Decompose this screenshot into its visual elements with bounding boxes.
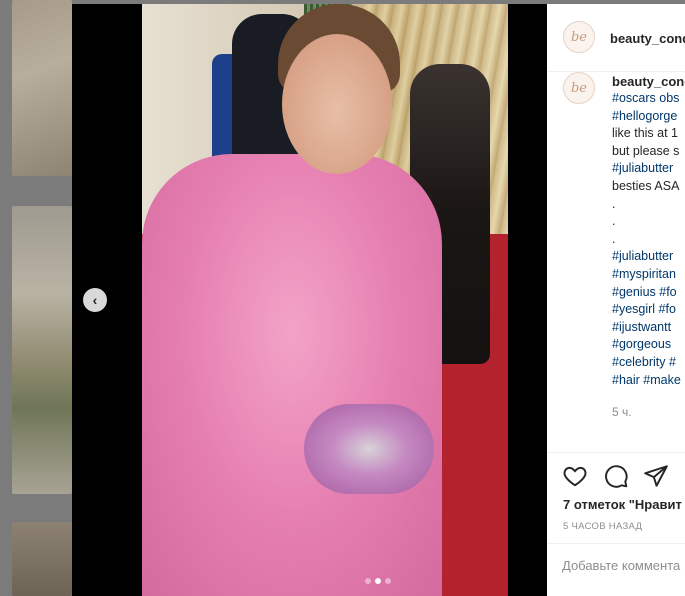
carousel-dot — [365, 578, 371, 584]
feed-thumbnail[interactable] — [12, 522, 72, 596]
hashtag-line[interactable]: #yesgirl #fo — [612, 301, 681, 319]
caption-line: but please s — [612, 143, 680, 158]
comment-form — [547, 543, 685, 593]
photo-clutch-bag — [304, 404, 434, 494]
comment-input[interactable] — [562, 558, 685, 573]
carousel-dot-active — [375, 578, 381, 584]
likes-count[interactable]: 7 отметок "Нравит — [563, 497, 682, 512]
post-timestamp[interactable]: 5 ЧАСОВ НАЗАД — [563, 521, 642, 532]
hashtag-line[interactable]: #gorgeous — [612, 336, 681, 354]
hashtag-line[interactable]: #juliabutter — [612, 160, 681, 178]
avatar[interactable]: be — [563, 21, 595, 53]
username-link[interactable]: beauty_cond — [610, 31, 685, 46]
caption-line: besties ASA — [612, 178, 680, 193]
hashtag-line[interactable]: #celebrity # — [612, 354, 681, 372]
post-media-viewer — [72, 4, 547, 596]
caption-line: . — [612, 231, 616, 246]
feed-thumbnail[interactable] — [12, 0, 72, 176]
hashtag-line[interactable]: #genius #fo — [612, 284, 681, 302]
caption-avatar[interactable]: be — [563, 72, 595, 104]
hashtag-line[interactable]: #myspiritan — [612, 266, 681, 284]
hashtag-line[interactable]: #oscars obs — [612, 90, 681, 108]
heart-icon[interactable] — [562, 463, 588, 489]
caption-line: . — [612, 196, 616, 211]
post-header: be beauty_cond — [547, 4, 685, 72]
post-photo[interactable] — [142, 4, 508, 596]
post-actions: 7 отметок "Нравит 5 ЧАСОВ НАЗАД — [547, 452, 685, 592]
caption-text: #oscars obs #hellogorge like this at 1 but … — [612, 90, 681, 389]
hashtag-line[interactable]: #hair #make — [612, 372, 681, 390]
paper-plane-icon[interactable] — [643, 463, 669, 489]
hashtag-line[interactable]: #juliabutter — [612, 248, 681, 266]
chevron-left-icon: ‹ — [92, 292, 98, 308]
caption-username-link[interactable]: beauty_cond — [612, 74, 685, 89]
feed-thumbnail[interactable] — [12, 206, 72, 494]
photo-girl-pink-dress — [142, 154, 442, 596]
post-side-panel: be beauty_cond be beauty_cond #oscars ob… — [547, 4, 685, 596]
photo-girl-face — [282, 34, 392, 174]
hashtag-line[interactable]: #ijustwantt — [612, 319, 681, 337]
hashtag-line[interactable]: #hellogorge — [612, 108, 681, 126]
speech-bubble-icon[interactable] — [603, 463, 629, 489]
caption-line: like this at 1 — [612, 126, 679, 141]
avatar-logo-text: be — [570, 29, 587, 45]
avatar-logo-text: be — [570, 80, 587, 96]
previous-slide-button[interactable]: ‹ — [83, 288, 107, 312]
caption-line: . — [612, 214, 616, 229]
post-caption: be beauty_cond #oscars obs #hellogorge lik… — [547, 72, 685, 452]
carousel-dot — [385, 578, 391, 584]
caption-age: 5 ч. — [612, 405, 632, 419]
carousel-indicator — [365, 578, 391, 584]
